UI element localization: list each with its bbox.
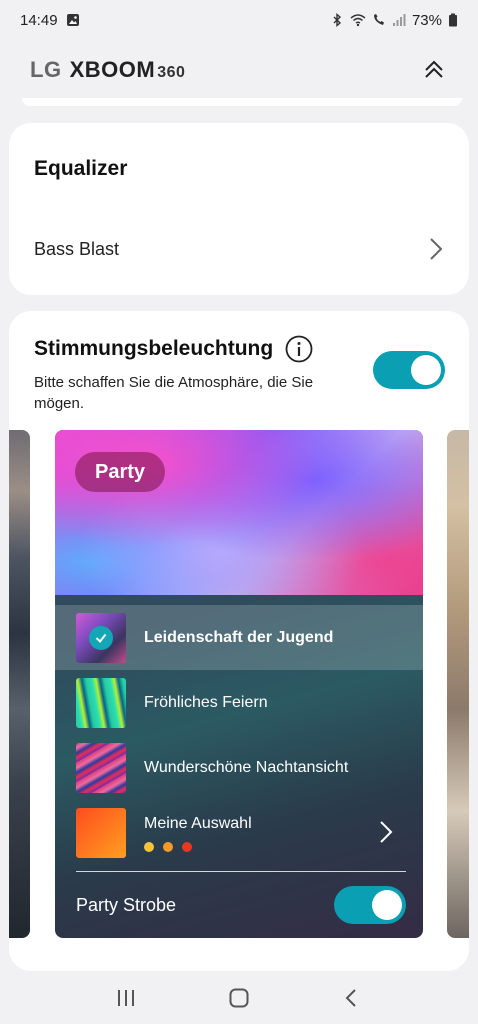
preset-thumbnail (76, 612, 126, 663)
brand-name: LG (30, 57, 62, 82)
preset-label: Leidenschaft der Jugend (144, 628, 334, 646)
equalizer-preset-row[interactable]: Bass Blast (34, 231, 444, 267)
preset-item-leidenschaft[interactable]: Leidenschaft der Jugend (55, 605, 423, 670)
equalizer-preset-value: Bass Blast (34, 238, 120, 259)
bluetooth-icon (333, 13, 342, 27)
model-number: 360 (157, 64, 186, 81)
preset-label: Meine Auswahl (144, 814, 252, 832)
signal-icon (392, 14, 406, 26)
party-strobe-row: Party Strobe (76, 884, 406, 926)
theme-preset-list: Leidenschaft der Jugend Fröhliches Feier… (55, 605, 423, 865)
party-strobe-toggle[interactable] (334, 886, 406, 924)
chevron-right-icon (380, 821, 393, 843)
theme-hero-image: Party (55, 430, 423, 595)
color-dot (182, 842, 192, 852)
toggle-knob (411, 355, 441, 385)
next-theme-card[interactable] (447, 430, 469, 938)
preset-thumbnail (76, 807, 126, 858)
color-dots (144, 842, 192, 852)
model-name: XBOOM (69, 57, 156, 82)
preset-label: Fröhliches Feiern (144, 693, 268, 711)
previous-theme-card[interactable] (9, 430, 30, 938)
mood-lighting-toggle[interactable] (373, 351, 445, 389)
app-logo: LG XBOOM 360 (30, 57, 185, 83)
mood-lighting-title: Stimmungsbeleuchtung (34, 337, 274, 360)
preset-thumbnail (76, 677, 126, 728)
recent-apps-icon[interactable] (114, 986, 138, 1010)
previous-card-edge (22, 98, 462, 106)
gallery-icon (66, 14, 79, 26)
mood-lighting-header: Stimmungsbeleuchtung (34, 335, 313, 363)
home-icon[interactable] (227, 986, 251, 1010)
info-icon[interactable] (285, 335, 313, 363)
double-chevron-up-icon (425, 60, 443, 78)
preset-item-froehliches-feiern[interactable]: Fröhliches Feiern (55, 670, 423, 735)
preset-item-nachtansicht[interactable]: Wunderschöne Nachtansicht (55, 735, 423, 800)
color-dot (144, 842, 154, 852)
party-strobe-label: Party Strobe (76, 894, 177, 915)
system-nav-bar (0, 972, 478, 1024)
call-icon (373, 14, 384, 25)
status-time: 14:49 (20, 11, 58, 29)
back-icon[interactable] (340, 986, 364, 1010)
collapse-button[interactable] (420, 56, 448, 84)
battery-icon (449, 13, 457, 27)
mood-lighting-description: Bitte schaffen Sie die Atmosphäre, die S… (34, 374, 314, 412)
checkmark-icon (89, 625, 113, 650)
app-header: LG XBOOM 360 (0, 42, 478, 98)
preset-thumbnail (76, 742, 126, 793)
equalizer-title: Equalizer (34, 157, 128, 180)
chevron-right-icon (430, 238, 443, 260)
status-bar: 14:49 73% (0, 0, 478, 40)
battery-percentage: 73% (411, 11, 442, 29)
equalizer-card: Equalizer Bass Blast (9, 123, 469, 295)
preset-label: Wunderschöne Nachtansicht (144, 758, 349, 776)
toggle-knob (372, 890, 402, 920)
preset-item-meine-auswahl[interactable]: Meine Auswahl (55, 800, 423, 865)
divider (76, 871, 406, 872)
wifi-icon (350, 14, 366, 27)
party-theme-card: Party Leidenschaft der Jugend Fröhliches… (55, 430, 423, 938)
theme-badge: Party (75, 452, 166, 492)
color-dot (163, 842, 173, 852)
